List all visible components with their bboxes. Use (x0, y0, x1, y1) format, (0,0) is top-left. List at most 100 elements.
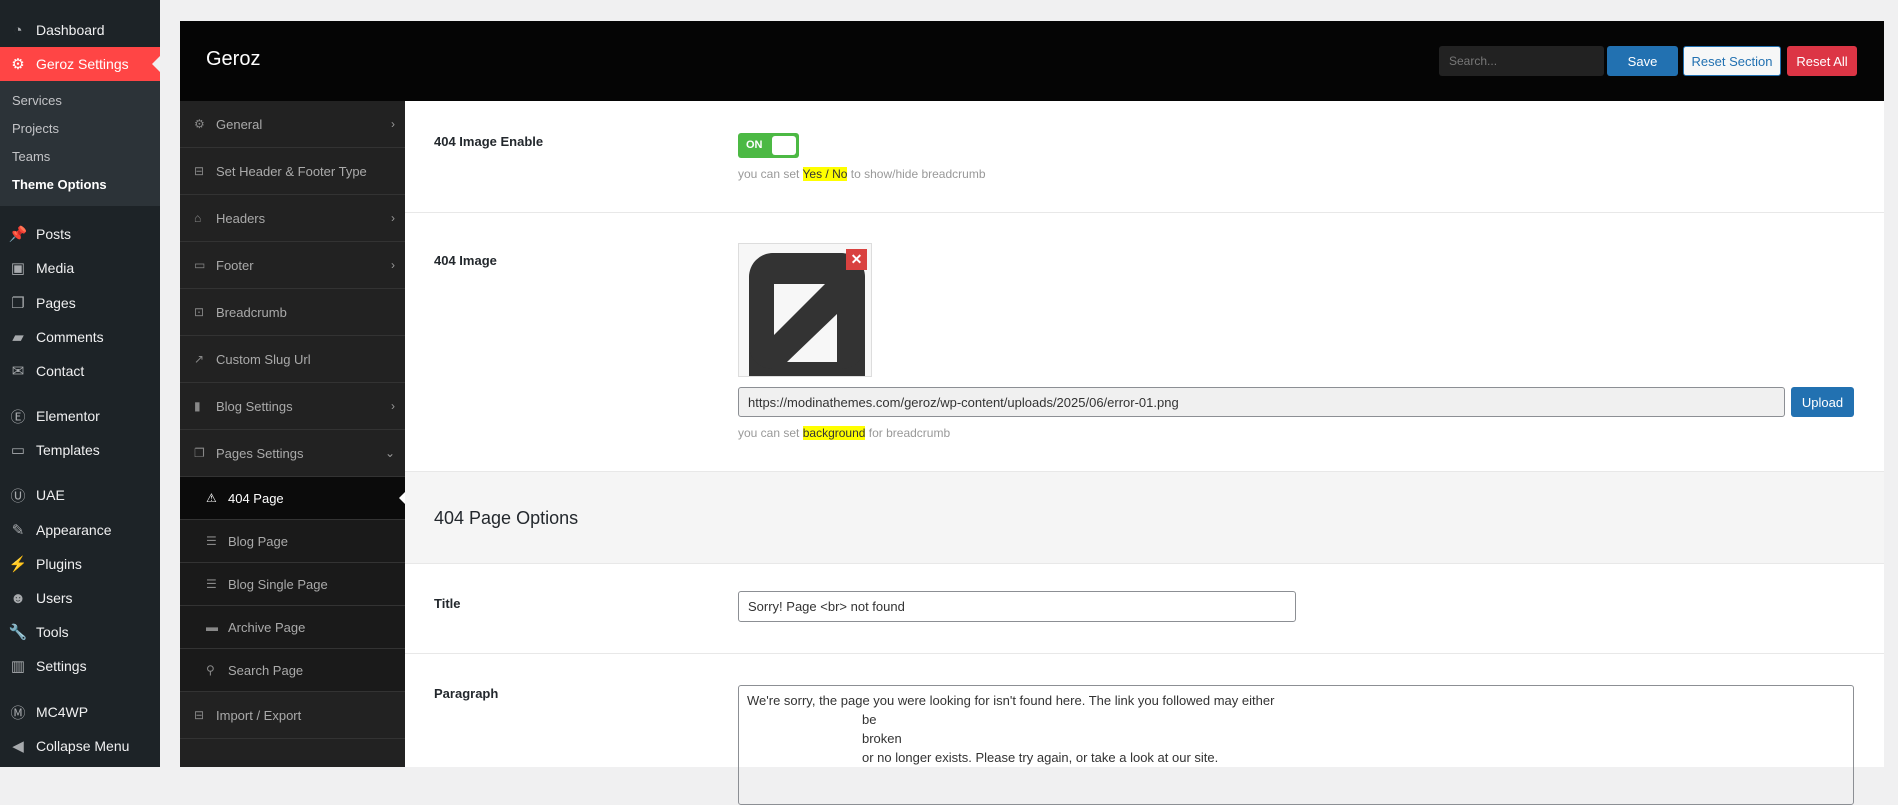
collapse-icon: ◀ (12, 738, 24, 755)
paragraph-textarea[interactable]: We're sorry, the page you were looking f… (738, 685, 1854, 805)
home-icon: ⌂ (194, 211, 202, 225)
nav-label: Footer (216, 257, 254, 273)
wp-menu-item-mc4wp[interactable]: Ⓜ MC4WP (0, 695, 160, 729)
comment-icon: ▰ (12, 329, 24, 346)
toggle-label: ON (746, 139, 763, 151)
wp-menu-item-dashboard[interactable]: ◔ Dashboard (0, 13, 160, 47)
wp-menu-item-geroz-settings[interactable]: ⚙ Geroz Settings (0, 47, 160, 81)
paragraph-line: broken (862, 731, 902, 746)
wp-menu-item-tools[interactable]: 🔧 Tools (0, 615, 160, 649)
upload-button[interactable]: Upload (1791, 387, 1854, 417)
image-preview: ✕ (738, 243, 872, 377)
paragraph-line: or no longer exists. Please try again, o… (862, 750, 1219, 765)
wp-menu-item-posts[interactable]: 📌 Posts (0, 217, 160, 251)
mc4wp-icon: Ⓜ (10, 704, 26, 722)
wp-menu-item-users[interactable]: ☻ Users (0, 581, 160, 615)
external-link-icon: ↗ (194, 352, 205, 366)
nav-label: Set Header & Footer Type (216, 163, 367, 179)
sliders-icon: ▥ (10, 658, 26, 675)
nav-item-headers[interactable]: ⌂ Headers › (180, 195, 405, 242)
indent-icon: ☰ (206, 577, 217, 591)
enable-toggle[interactable]: ON (738, 133, 799, 158)
wp-submenu-item[interactable]: Teams (12, 149, 50, 164)
wp-submenu-item[interactable]: Services (12, 93, 62, 108)
copy-icon: ❐ (194, 446, 205, 460)
wp-submenu-item[interactable]: Projects (12, 121, 59, 136)
wp-menu-item-media[interactable]: ▣ Media (0, 251, 160, 285)
title-input[interactable]: Sorry! Page <br> not found (738, 591, 1296, 622)
indent-icon: ☰ (206, 534, 217, 548)
row-404-image: 404 Image ✕ https://modinathemes.com/ger… (405, 213, 1884, 472)
warning-icon: ⚠ (206, 491, 217, 505)
wp-submenu-item[interactable]: Theme Options (12, 177, 107, 192)
user-icon: ☻ (10, 589, 26, 607)
field-label: Paragraph (434, 686, 499, 701)
wp-menu-item-comments[interactable]: ▰ Comments (0, 320, 160, 354)
nav-subitem-archive-page[interactable]: ▬ Archive Page (180, 606, 405, 649)
nav-label: Import / Export (216, 707, 302, 723)
menu-label: Media (36, 260, 75, 276)
nav-item-set-header-footer-type[interactable]: ⊟ Set Header & Footer Type (180, 148, 405, 195)
nav-label: General (216, 116, 263, 132)
wp-menu-item-collapse-menu[interactable]: ◀ Collapse Menu (0, 729, 160, 763)
field-label: 404 Image (434, 253, 497, 268)
wp-menu-item-appearance[interactable]: ✎ Appearance (0, 513, 160, 547)
wp-menu-item-contact[interactable]: ✉ Contact (0, 354, 160, 388)
archive-icon: ▬ (206, 620, 218, 634)
wp-menu-item-elementor[interactable]: Ⓔ Elementor (0, 399, 160, 433)
paragraph-line: We're sorry, the page you were looking f… (747, 693, 1275, 708)
search-input[interactable] (1439, 46, 1604, 76)
reset-section-button[interactable]: Reset Section (1683, 46, 1781, 76)
row-title: Title Sorry! Page <br> not found (405, 564, 1884, 654)
nav-subitem-404-page[interactable]: ⚠ 404 Page (180, 477, 405, 520)
reset-all-button[interactable]: Reset All (1787, 46, 1857, 76)
nav-label: Blog Settings (216, 398, 293, 414)
wp-menu-item-pages[interactable]: ❐ Pages (0, 286, 160, 320)
nav-item-custom-slug-url[interactable]: ↗ Custom Slug Url (180, 336, 405, 383)
chevron-right-icon: › (391, 211, 395, 225)
chevron-right-icon: › (391, 399, 395, 413)
nav-item-general[interactable]: ⚙ General › (180, 101, 405, 148)
nav-label: Archive Page (228, 619, 306, 635)
wp-submenu: Services Projects Teams Theme Options (0, 81, 160, 206)
section-header: 404 Page Options (405, 472, 1884, 564)
options-content: 404 Image Enable ON you can set Yes / No… (405, 101, 1884, 805)
nav-item-breadcrumb[interactable]: ⊡ Breadcrumb (180, 289, 405, 336)
field-label: 404 Image Enable (434, 134, 544, 149)
menu-label: Appearance (36, 522, 112, 538)
pages-icon: ❐ (11, 295, 25, 312)
nav-item-blog-settings[interactable]: ▮ Blog Settings › (180, 383, 405, 430)
wp-menu-item-uae[interactable]: Ⓤ UAE (0, 478, 160, 512)
nav-item-footer[interactable]: ▭ Footer › (180, 242, 405, 289)
footer-icon: ▭ (194, 258, 206, 272)
wp-menu-item-settings[interactable]: ▥ Settings (0, 649, 160, 683)
nav-label: 404 Page (228, 490, 284, 506)
import-export-icon: ⊟ (194, 708, 205, 722)
nav-label: Breadcrumb (216, 304, 287, 320)
nav-subitem-blog-single-page[interactable]: ☰ Blog Single Page (180, 563, 405, 606)
nav-subitem-search-page[interactable]: ⚲ Search Page (180, 649, 405, 692)
nav-item-pages-settings[interactable]: ❐ Pages Settings ⌄ (180, 430, 405, 477)
nav-label: Pages Settings (216, 445, 304, 461)
menu-label: Users (36, 590, 73, 606)
remove-image-icon[interactable]: ✕ (846, 249, 867, 270)
save-button[interactable]: Save (1607, 46, 1678, 76)
nav-label: Blog Single Page (228, 576, 328, 592)
nav-subitem-blog-page[interactable]: ☰ Blog Page (180, 520, 405, 563)
chevron-down-icon: ⌄ (384, 446, 395, 460)
menu-label: Pages (36, 295, 76, 311)
nav-label: Blog Page (228, 533, 288, 549)
wp-menu-item-plugins[interactable]: ⚡ Plugins (0, 547, 160, 581)
image-url-input[interactable]: https://modinathemes.com/geroz/wp-conten… (738, 387, 1785, 417)
wp-menu-item-templates[interactable]: ▭ Templates (0, 433, 160, 467)
help-text: you can set background for breadcrumb (738, 426, 951, 440)
menu-label: Comments (36, 329, 104, 345)
gears-icon: ⚙ (194, 117, 205, 131)
brush-icon: ✎ (11, 522, 25, 539)
brand-title: Geroz (206, 48, 261, 70)
search-icon: ⚲ (206, 663, 215, 677)
row-paragraph: Paragraph We're sorry, the page you were… (405, 654, 1884, 805)
section-title: 404 Page Options (434, 508, 579, 528)
nav-item-import-export[interactable]: ⊟ Import / Export (180, 692, 405, 739)
menu-label: Contact (36, 363, 85, 379)
